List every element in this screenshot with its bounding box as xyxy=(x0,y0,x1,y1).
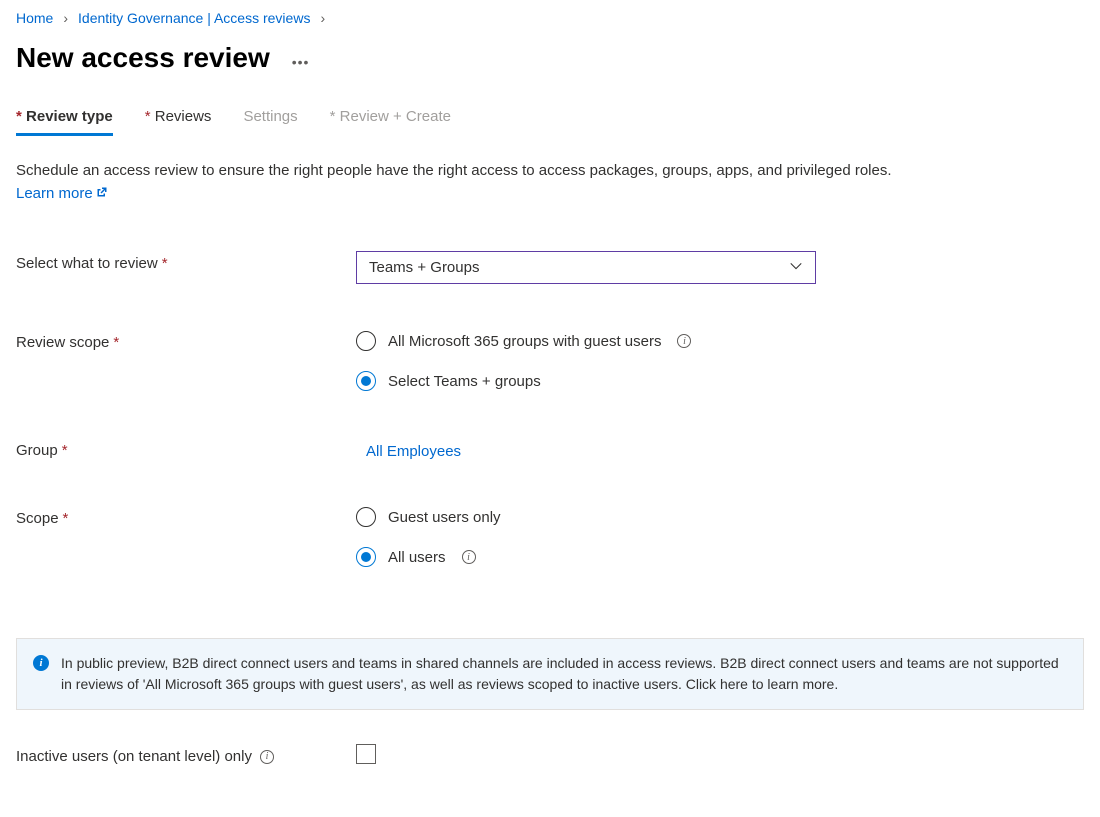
field-label: Group * xyxy=(16,438,356,459)
required-asterisk: * xyxy=(63,510,69,527)
chevron-right-icon: › xyxy=(320,10,325,26)
tab-review-type[interactable]: * Review type xyxy=(16,108,113,136)
external-link-icon xyxy=(96,183,108,206)
required-asterisk: * xyxy=(16,108,22,125)
field-label: Select what to review * xyxy=(16,251,356,272)
radio-label: All Microsoft 365 groups with guest user… xyxy=(388,333,661,350)
radio-all-m365-groups[interactable]: All Microsoft 365 groups with guest user… xyxy=(356,330,1084,352)
group-link[interactable]: All Employees xyxy=(356,438,461,460)
chevron-down-icon xyxy=(789,259,803,277)
field-label: Review scope * xyxy=(16,330,356,351)
label-text: Review scope xyxy=(16,334,109,351)
tab-label: Reviews xyxy=(155,108,212,125)
radio-all-users[interactable]: All users i xyxy=(356,546,1084,568)
chevron-right-icon: › xyxy=(63,10,68,26)
radio-label: Select Teams + groups xyxy=(388,373,541,390)
required-asterisk: * xyxy=(330,108,336,125)
title-row: New access review ••• xyxy=(16,42,1084,74)
field-label: Scope * xyxy=(16,506,356,527)
tab-settings: Settings xyxy=(243,108,297,136)
radio-icon xyxy=(356,507,376,527)
radio-icon xyxy=(356,331,376,351)
learn-more-label: Learn more xyxy=(16,183,93,206)
field-scope: Scope * Guest users only All users i xyxy=(16,506,1084,568)
field-select-what-to-review: Select what to review * Teams + Groups xyxy=(16,251,1084,284)
label-text: Group xyxy=(16,442,58,459)
info-icon[interactable]: i xyxy=(260,750,274,764)
field-inactive-users: Inactive users (on tenant level) only i xyxy=(16,744,1084,765)
intro-text: Schedule an access review to ensure the … xyxy=(16,160,1076,205)
field-group: Group * All Employees xyxy=(16,438,1084,460)
tab-review-create: * Review + Create xyxy=(330,108,451,136)
tab-reviews[interactable]: * Reviews xyxy=(145,108,212,136)
breadcrumb-home[interactable]: Home xyxy=(16,10,53,26)
info-box-text: In public preview, B2B direct connect us… xyxy=(61,653,1067,695)
field-label: Inactive users (on tenant level) only i xyxy=(16,744,356,765)
intro-body: Schedule an access review to ensure the … xyxy=(16,162,892,179)
dropdown-value: Teams + Groups xyxy=(369,259,479,276)
required-asterisk: * xyxy=(162,255,168,272)
radio-label: Guest users only xyxy=(388,509,501,526)
select-what-to-review-dropdown[interactable]: Teams + Groups xyxy=(356,251,816,284)
inactive-users-checkbox[interactable] xyxy=(356,744,376,764)
tab-label: Review type xyxy=(26,108,113,125)
label-text: Select what to review xyxy=(16,255,158,272)
info-icon[interactable]: i xyxy=(677,334,691,348)
required-asterisk: * xyxy=(62,442,68,459)
breadcrumb: Home › Identity Governance | Access revi… xyxy=(16,10,1084,26)
label-text: Scope xyxy=(16,510,59,527)
tab-label: Review + Create xyxy=(340,108,451,125)
breadcrumb-identity-governance[interactable]: Identity Governance | Access reviews xyxy=(78,10,310,26)
radio-guest-users-only[interactable]: Guest users only xyxy=(356,506,1084,528)
info-icon[interactable]: i xyxy=(462,550,476,564)
radio-icon xyxy=(356,371,376,391)
preview-info-box[interactable]: i In public preview, B2B direct connect … xyxy=(16,638,1084,710)
required-asterisk: * xyxy=(145,108,151,125)
more-actions-icon[interactable]: ••• xyxy=(292,46,310,70)
radio-select-teams-groups[interactable]: Select Teams + groups xyxy=(356,370,1084,392)
required-asterisk: * xyxy=(113,334,119,351)
tab-strip: * Review type * Reviews Settings * Revie… xyxy=(16,108,1084,136)
page-title: New access review xyxy=(16,42,270,74)
radio-label: All users xyxy=(388,549,446,566)
info-icon: i xyxy=(33,655,49,671)
tab-label: Settings xyxy=(243,108,297,125)
radio-icon xyxy=(356,547,376,567)
label-text: Inactive users (on tenant level) only xyxy=(16,748,252,765)
field-review-scope: Review scope * All Microsoft 365 groups … xyxy=(16,330,1084,392)
learn-more-link[interactable]: Learn more xyxy=(16,183,108,206)
